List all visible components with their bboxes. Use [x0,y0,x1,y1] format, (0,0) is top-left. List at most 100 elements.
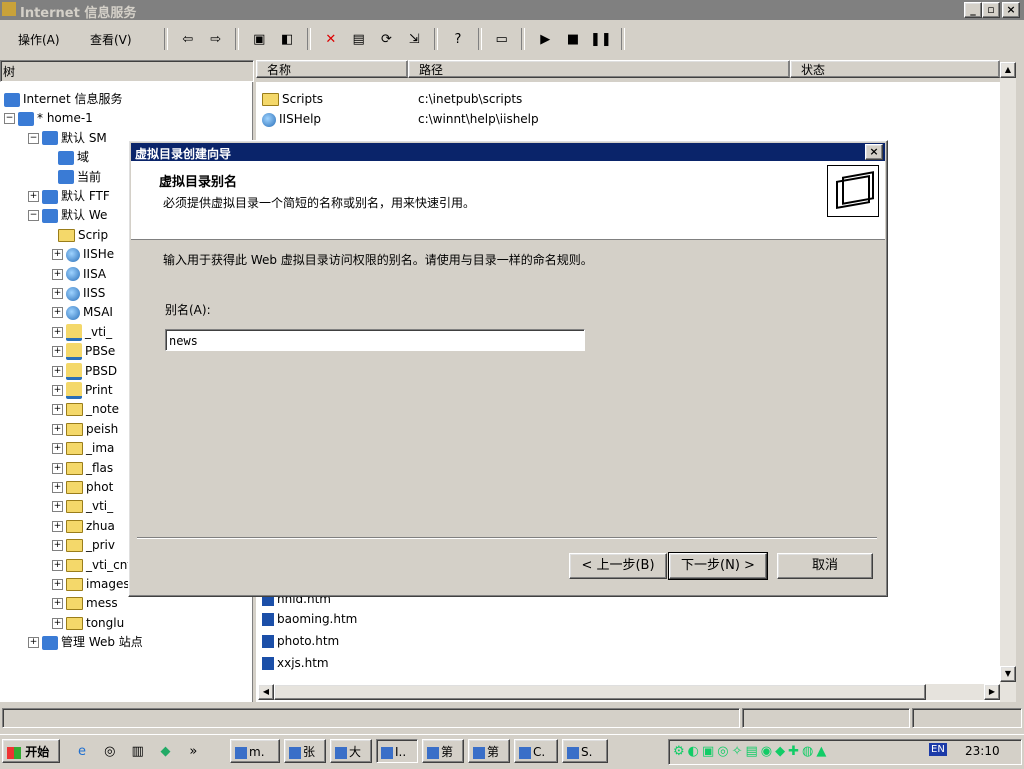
tree-node[interactable]: + 默认 FTF [28,187,110,205]
dialog-close-icon[interactable]: × [865,144,883,160]
column-name[interactable]: 名称 [256,60,408,78]
window-title-bar[interactable]: Internet 信息服务 _ ▫ × [0,0,1024,21]
taskbar-task-button[interactable]: m. [230,739,280,763]
close-button[interactable]: × [1002,2,1020,18]
more-icon[interactable]: » [182,742,204,762]
column-path[interactable]: 路径 [408,60,790,78]
alias-input[interactable]: news [165,329,585,351]
list-row[interactable]: xxjs.htm [262,654,329,672]
tree-node[interactable]: + IISA [52,265,106,283]
tree-node[interactable]: − * home-1 [4,109,93,127]
list-row[interactable]: photo.htm [262,632,339,650]
taskbar-task-button[interactable]: 第 [422,739,464,763]
tree-node[interactable]: 当前 [58,168,101,186]
list-row[interactable]: baoming.htm [262,610,357,628]
tree-node[interactable]: + _note [52,400,119,418]
expand-toggle-icon[interactable]: + [28,637,39,649]
tree-node[interactable]: − 默认 We [28,206,107,224]
expand-toggle-icon[interactable]: + [52,559,63,571]
tree-node[interactable]: + MSAI [52,303,113,321]
scroll-thumb[interactable] [274,684,926,700]
refresh-icon[interactable]: ⟳ [375,30,397,50]
expand-toggle-icon[interactable]: + [52,288,63,299]
play-icon[interactable]: ▶ [534,30,556,50]
expand-toggle-icon[interactable]: + [28,191,39,202]
expand-toggle-icon[interactable]: + [52,482,63,493]
computer-icon[interactable]: ▭ [491,30,513,50]
tree-node[interactable]: + phot [52,478,113,496]
expand-toggle-icon[interactable]: + [52,501,63,513]
expand-toggle-icon[interactable]: + [52,346,63,358]
tree-node[interactable]: + _vti_ [52,323,112,341]
horizontal-scrollbar[interactable]: ◀ ▶ [258,684,1000,700]
list-row[interactable]: IISHelp c:\winnt\help\iishelp [262,110,539,128]
expand-toggle-icon[interactable]: + [52,385,63,396]
tree-node[interactable]: + _vti_ [52,497,113,515]
expand-toggle-icon[interactable]: + [52,598,63,610]
back-arrow-icon[interactable]: ⇦ [177,30,199,50]
expand-toggle-icon[interactable]: + [52,617,63,629]
tree-node[interactable]: + PBSD [52,362,117,380]
tree-node[interactable]: Scrip [58,226,108,244]
tree-node[interactable]: + peish [52,420,118,438]
expand-toggle-icon[interactable]: + [52,579,63,590]
pause-icon[interactable]: ❚❚ [590,30,612,50]
next-button[interactable]: 下一步(N) > [668,552,768,580]
minimize-button[interactable]: _ [964,2,982,18]
menu-view[interactable]: 查看(V) [90,31,132,48]
outlook-icon[interactable]: ◎ [99,742,121,762]
taskbar-task-button[interactable]: 大 [330,739,372,763]
ie-icon[interactable]: e [71,742,93,762]
language-indicator[interactable]: EN [929,743,947,756]
expand-toggle-icon[interactable]: − [28,210,39,222]
dialog-title-bar[interactable]: 虚拟目录创建向导 × [131,143,885,161]
expand-toggle-icon[interactable]: + [52,423,63,435]
vertical-scrollbar[interactable]: ▲ ▼ [1000,62,1016,702]
maximize-button[interactable]: ▫ [982,2,1000,18]
expand-toggle-icon[interactable]: + [52,326,63,338]
expand-toggle-icon[interactable]: − [28,132,39,144]
export-icon[interactable]: ⇲ [403,30,425,50]
start-button[interactable]: 开始 [2,739,60,763]
expand-toggle-icon[interactable]: + [52,462,63,474]
expand-toggle-icon[interactable]: + [52,540,63,552]
tree-node[interactable]: + _vti_cnf [52,556,132,574]
tree-node[interactable]: − 默认 SM [28,129,107,147]
tree-node[interactable]: + _priv [52,536,115,554]
expand-toggle-icon[interactable]: + [52,268,63,280]
tree-node[interactable]: + IISHe [52,245,114,263]
up-folder-icon[interactable]: ▣ [248,30,270,50]
tree-node[interactable]: + mess [52,594,118,612]
scroll-up-icon[interactable]: ▲ [1000,62,1016,78]
desktop-icon[interactable]: ▥ [127,742,149,762]
taskbar-task-button[interactable]: 张 [284,739,326,763]
help-icon[interactable]: ? [447,30,469,50]
tree-node[interactable]: + zhua [52,517,115,535]
expand-toggle-icon[interactable]: + [52,404,63,416]
tree-node[interactable]: + _flas [52,459,113,477]
menu-action[interactable]: 操作(A) [18,31,60,48]
show-tree-icon[interactable]: ◧ [276,30,298,50]
expand-toggle-icon[interactable]: + [52,443,63,455]
scroll-left-icon[interactable]: ◀ [258,684,274,700]
taskbar-task-button[interactable]: C. [514,739,558,763]
delete-icon[interactable]: ✕ [320,30,342,50]
expand-toggle-icon[interactable]: + [52,307,63,319]
back-button[interactable]: < 上一步(B) [569,553,667,579]
list-row[interactable]: Scripts c:\inetpub\scripts [262,90,522,108]
tree-node[interactable]: 域 [58,148,89,166]
expand-toggle-icon[interactable]: + [52,249,63,261]
stop-icon[interactable]: ■ [562,30,584,50]
taskbar-task-button[interactable]: I.. [376,739,418,763]
properties-icon[interactable]: ▤ [348,30,370,50]
tree-node[interactable]: + 管理 Web 站点 [28,633,143,651]
tree-node[interactable]: + tonglu [52,614,124,632]
column-status[interactable]: 状态 [790,60,1000,78]
scroll-right-icon[interactable]: ▶ [984,684,1000,700]
media-icon[interactable]: ◆ [154,742,176,762]
tree-node[interactable]: + images [52,575,130,593]
expand-toggle-icon[interactable]: + [52,365,63,377]
taskbar-task-button[interactable]: S. [562,739,608,763]
tree-node[interactable]: Internet 信息服务 [4,90,122,108]
expand-toggle-icon[interactable]: − [4,113,15,125]
